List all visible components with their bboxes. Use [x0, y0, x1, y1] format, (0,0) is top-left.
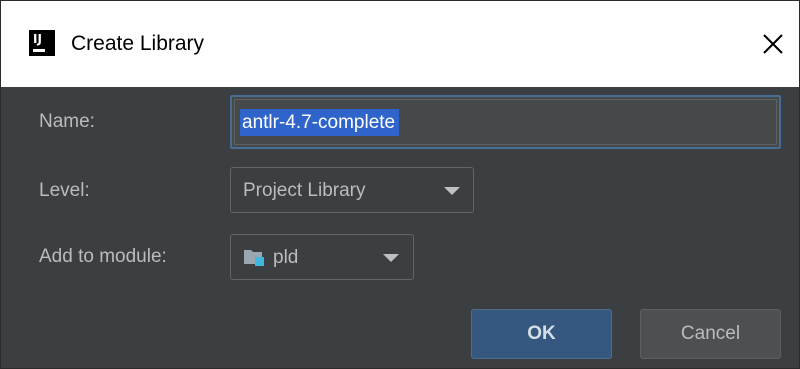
module-dropdown-value: pld	[273, 247, 299, 268]
module-folder-icon	[244, 250, 264, 266]
name-label: Name:	[39, 111, 95, 132]
title-bar: IJ Create Library	[1, 1, 799, 87]
close-icon	[763, 34, 783, 54]
chevron-down-icon	[383, 254, 399, 262]
ok-button[interactable]: OK	[471, 309, 612, 359]
name-input-value: antlr-4.7-complete	[240, 109, 400, 136]
create-library-dialog: IJ Create Library Name: antlr-4.7-comple…	[0, 0, 800, 369]
app-icon-label: IJ	[33, 32, 42, 46]
module-dropdown[interactable]: pld	[230, 234, 414, 280]
level-label: Level:	[39, 180, 90, 201]
level-dropdown[interactable]: Project Library	[230, 167, 474, 213]
close-button[interactable]	[753, 23, 793, 65]
chevron-down-icon	[444, 187, 460, 195]
level-dropdown-value: Project Library	[243, 180, 366, 201]
intellij-app-icon: IJ	[29, 30, 55, 56]
dialog-title: Create Library	[71, 32, 205, 55]
cancel-button[interactable]: Cancel	[640, 309, 781, 359]
name-input[interactable]: antlr-4.7-complete	[230, 95, 781, 149]
module-label: Add to module:	[39, 246, 167, 267]
